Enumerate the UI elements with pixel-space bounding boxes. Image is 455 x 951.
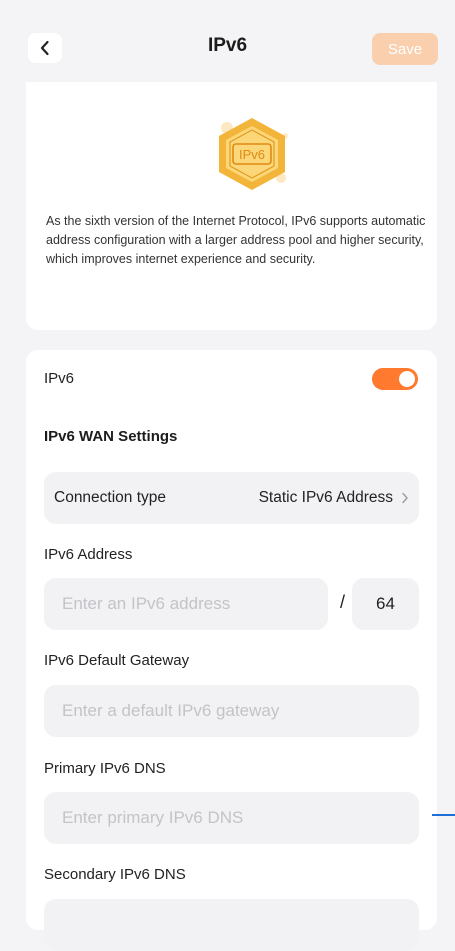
prefix-length-input[interactable]: 64	[352, 578, 419, 630]
toggle-knob	[399, 371, 415, 387]
side-indicator-line	[432, 814, 455, 816]
chevron-right-icon	[402, 492, 408, 504]
intro-description: As the sixth version of the Internet Pro…	[46, 214, 426, 266]
ipv6-toggle-label: IPv6	[44, 370, 75, 387]
secondary-dns-input[interactable]	[44, 899, 419, 951]
prefix-separator: /	[340, 592, 346, 612]
badge-text: IPv6	[239, 147, 265, 162]
ipv6-address-input[interactable]	[44, 578, 328, 630]
save-button[interactable]: Save	[372, 33, 438, 65]
wan-settings-title: IPv6 WAN Settings	[44, 428, 178, 445]
connection-type-label: Connection type	[54, 489, 167, 506]
default-gateway-input[interactable]	[44, 685, 419, 737]
default-gateway-label: IPv6 Default Gateway	[44, 652, 190, 669]
header-bar: IPv6 Save	[0, 0, 455, 90]
ipv6-hexagon-icon: IPv6	[219, 118, 288, 190]
ipv6-address-label: IPv6 Address	[44, 546, 133, 563]
connection-type-value: Static IPv6 Address	[258, 489, 393, 506]
secondary-dns-label: Secondary IPv6 DNS	[44, 866, 186, 883]
settings-card: IPv6 IPv6 WAN Settings Connection type S…	[26, 350, 437, 951]
primary-dns-label: Primary IPv6 DNS	[44, 760, 166, 777]
ipv6-toggle[interactable]	[372, 368, 418, 390]
connection-type-row[interactable]: Connection type Static IPv6 Address	[44, 472, 419, 524]
primary-dns-input[interactable]	[44, 792, 419, 844]
intro-card: IPv6 As the sixth version of the Interne…	[26, 82, 437, 330]
